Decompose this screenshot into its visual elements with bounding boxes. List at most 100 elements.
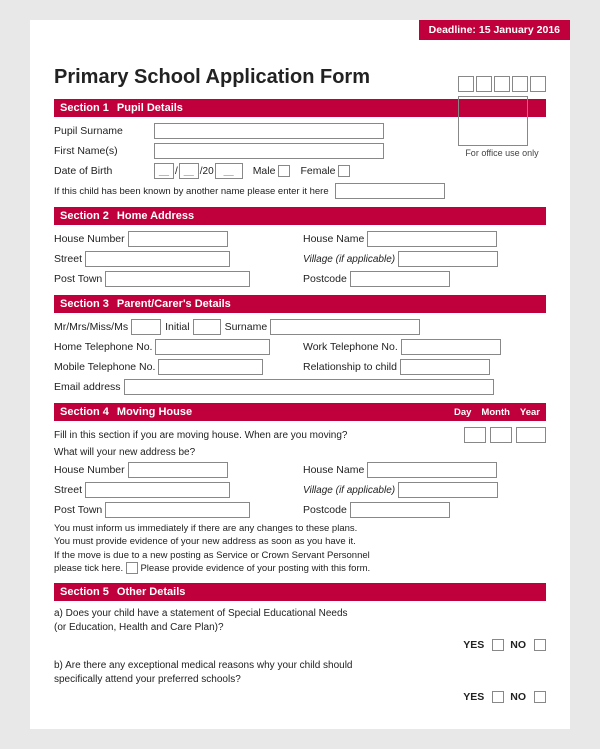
id-box-2[interactable] <box>476 76 492 92</box>
new-post-town-col: Post Town <box>54 502 297 518</box>
new-address-row2: Street Village (if applicable) <box>54 482 546 498</box>
new-village-input[interactable] <box>398 482 498 498</box>
alt-name-text: If this child has been known by another … <box>54 186 329 197</box>
first-names-input[interactable] <box>154 143 384 159</box>
female-label: Female <box>300 165 335 177</box>
title-input[interactable] <box>131 319 161 335</box>
pupil-surname-input[interactable] <box>154 123 384 139</box>
postcode-col: Postcode <box>303 271 546 287</box>
new-postcode-input[interactable] <box>350 502 450 518</box>
q5a-yes-checkbox[interactable] <box>492 639 504 651</box>
posting-checkbox[interactable] <box>126 562 138 574</box>
post-town-input[interactable] <box>105 271 250 287</box>
id-box-5[interactable] <box>530 76 546 92</box>
q5b-yes-checkbox[interactable] <box>492 691 504 703</box>
id-box-1[interactable] <box>458 76 474 92</box>
mobile-tel-label: Mobile Telephone No. <box>54 361 155 373</box>
new-house-name-input[interactable] <box>367 462 497 478</box>
for-office-section: For office use only <box>458 74 546 158</box>
female-checkbox[interactable] <box>338 165 350 177</box>
new-street-input[interactable] <box>85 482 230 498</box>
new-post-town-input[interactable] <box>105 502 250 518</box>
postcode-label: Postcode <box>303 273 347 285</box>
female-group: Female <box>300 165 350 177</box>
relationship-input[interactable] <box>400 359 490 375</box>
year-header: Year <box>520 407 540 418</box>
section4-title: Moving House <box>117 406 192 418</box>
relationship-label: Relationship to child <box>303 361 397 373</box>
new-postcode-col: Postcode <box>303 502 546 518</box>
new-street-col: Street <box>54 482 297 498</box>
moving-question: Fill in this section if you are moving h… <box>54 430 464 441</box>
mobile-tel-input[interactable] <box>158 359 263 375</box>
work-tel-input[interactable] <box>401 339 501 355</box>
new-village-col: Village (if applicable) <box>303 482 546 498</box>
q5a-no-label: NO <box>510 639 526 651</box>
home-tel-input[interactable] <box>155 339 270 355</box>
info2: You must provide evidence of your new ad… <box>54 536 356 547</box>
pupil-surname-label: Pupil Surname <box>54 125 154 137</box>
new-house-number-input[interactable] <box>128 462 228 478</box>
work-tel-col: Work Telephone No. <box>303 339 546 355</box>
village-input[interactable] <box>398 251 498 267</box>
home-tel-label: Home Telephone No. <box>54 341 152 353</box>
house-number-input[interactable] <box>128 231 228 247</box>
moving-month-input[interactable] <box>490 427 512 443</box>
section4-header: Section 4 Moving House Day Month Year <box>54 403 546 421</box>
male-checkbox[interactable] <box>278 165 290 177</box>
section4-label: Section 4 <box>60 406 109 418</box>
application-form: Deadline: 15 January 2016 Primary School… <box>30 20 570 729</box>
post-town-col: Post Town <box>54 271 297 287</box>
alt-name-input[interactable] <box>335 183 445 199</box>
alt-name-row: If this child has been known by another … <box>54 183 546 199</box>
info3: If the move is due to a new posting as S… <box>54 550 370 561</box>
initial-label: Initial <box>165 321 190 333</box>
moving-day-input[interactable] <box>464 427 486 443</box>
male-group: Male <box>253 165 291 177</box>
id-box-3[interactable] <box>494 76 510 92</box>
home-address-row1: House Number House Name <box>54 231 546 247</box>
section5-q2: b) Are there any exceptional medical rea… <box>54 659 546 703</box>
dob-year-input[interactable] <box>215 163 243 179</box>
post-town-label: Post Town <box>54 273 102 285</box>
q5a-text: a) Does your child have a statement of S… <box>54 607 546 635</box>
section2-title: Home Address <box>117 210 194 222</box>
dob-sep1: / <box>175 166 178 177</box>
moving-year-input[interactable] <box>516 427 546 443</box>
q5b-text: b) Are there any exceptional medical rea… <box>54 659 546 687</box>
mobile-tel-col: Mobile Telephone No. <box>54 359 297 375</box>
email-input[interactable] <box>124 379 494 395</box>
q5a-yn-row: YES NO <box>54 639 546 651</box>
village-label: Village (if applicable) <box>303 254 395 265</box>
house-number-col: House Number <box>54 231 297 247</box>
new-house-number-col: House Number <box>54 462 297 478</box>
house-name-input[interactable] <box>367 231 497 247</box>
q5b-no-label: NO <box>510 691 526 703</box>
new-address-label: What will your new address be? <box>54 447 546 458</box>
id-box-4[interactable] <box>512 76 528 92</box>
q5a-yes-label: YES <box>463 639 484 651</box>
info4: please tick here. <box>54 563 123 574</box>
tel-row1: Home Telephone No. Work Telephone No. <box>54 339 546 355</box>
surname-input[interactable] <box>270 319 420 335</box>
section3-header: Section 3 Parent/Carer's Details <box>54 295 546 313</box>
carer-name-row: Mr/Mrs/Miss/Ms Initial Surname <box>54 319 546 335</box>
new-house-name-col: House Name <box>303 462 546 478</box>
postcode-input[interactable] <box>350 271 450 287</box>
q5b-yes-label: YES <box>463 691 484 703</box>
dob-row: Date of Birth / /20 Male Female <box>54 163 546 179</box>
street-label: Street <box>54 253 82 265</box>
home-address-row3: Post Town Postcode <box>54 271 546 287</box>
relationship-col: Relationship to child <box>303 359 546 375</box>
info1: You must inform us immediately if there … <box>54 523 357 534</box>
id-big-box[interactable] <box>458 96 528 146</box>
section3-label: Section 3 <box>60 298 109 310</box>
new-post-town-label: Post Town <box>54 504 102 516</box>
tel-row2: Mobile Telephone No. Relationship to chi… <box>54 359 546 375</box>
initial-input[interactable] <box>193 319 221 335</box>
q5a-no-checkbox[interactable] <box>534 639 546 651</box>
dob-day-input[interactable] <box>154 163 174 179</box>
dob-month-input[interactable] <box>179 163 199 179</box>
street-input[interactable] <box>85 251 230 267</box>
q5b-no-checkbox[interactable] <box>534 691 546 703</box>
